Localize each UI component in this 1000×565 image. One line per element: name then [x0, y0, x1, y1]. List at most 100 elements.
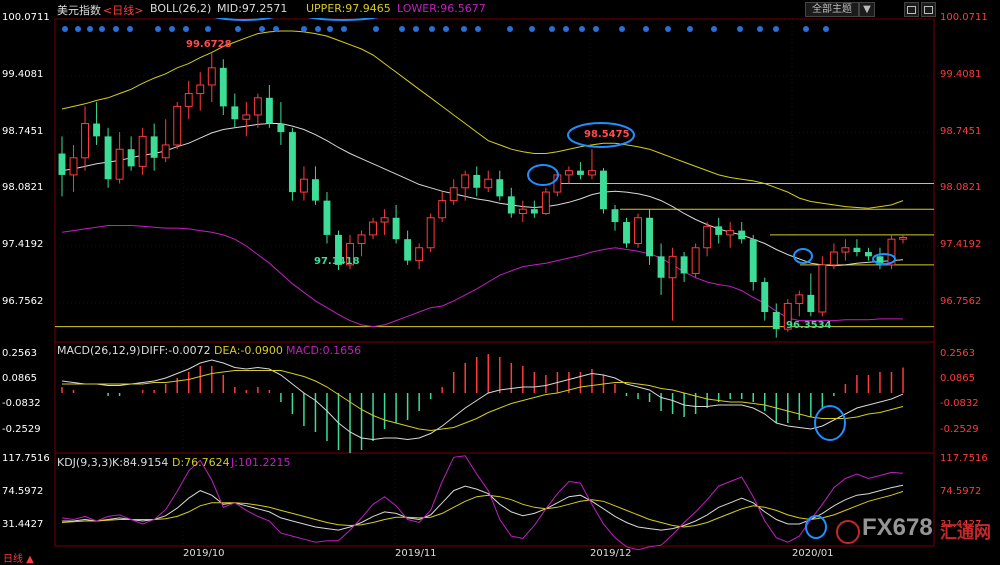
candle-body	[646, 217, 654, 257]
candle-body	[772, 312, 780, 330]
candle-body	[611, 209, 619, 223]
candle-body	[93, 123, 101, 137]
macd-tick-left: 0.0865	[2, 373, 37, 385]
x-label-2019-12: 2019/12	[590, 548, 632, 559]
candle-body	[58, 153, 66, 175]
indicator-name: BOLL(26,2)	[150, 2, 212, 15]
event-dot	[259, 26, 265, 32]
kdj-title: KDJ(9,3,3)	[57, 456, 113, 469]
candle-body	[600, 170, 607, 210]
candle-body	[484, 178, 493, 189]
lower-value: LOWER:96.5677	[397, 2, 486, 15]
period-label[interactable]: <日线>	[103, 2, 143, 18]
event-dot	[461, 26, 467, 32]
candle-body	[691, 247, 700, 274]
price-tick-right: 97.4192	[940, 239, 982, 251]
price-tick-right: 99.4081	[940, 68, 982, 80]
window-close-icon[interactable]	[921, 2, 936, 17]
candle-body	[449, 187, 458, 202]
event-dot	[549, 26, 555, 32]
price-chart[interactable]	[0, 0, 1000, 564]
candle-body	[369, 221, 378, 236]
price-tick-left: 98.0821	[2, 182, 44, 194]
event-dot	[169, 26, 175, 32]
watermark-brand: FX678	[862, 514, 933, 541]
event-dot	[127, 26, 133, 32]
period-footer[interactable]: 日线 ▲	[3, 550, 34, 565]
theme-button[interactable]: 全部主题	[805, 2, 859, 17]
window-restore-icon[interactable]	[904, 2, 919, 17]
candle-body	[81, 123, 89, 159]
candle-body	[473, 174, 481, 188]
candle-body	[680, 256, 688, 274]
event-dot	[593, 26, 599, 32]
price-tick-left: 97.4192	[2, 239, 44, 251]
watermark-cn: 汇通网	[940, 523, 991, 543]
event-dot	[579, 26, 585, 32]
macd-dea: DEA:-0.0900	[214, 344, 283, 357]
candle	[818, 256, 827, 317]
macd-tick-right: 0.2563	[940, 347, 975, 359]
event-dot	[399, 26, 405, 32]
kdj-j: J:101.2215	[231, 456, 291, 469]
event-dot	[665, 26, 671, 32]
price-tick-left: 99.4081	[2, 68, 44, 80]
x-label-2020-01: 2020/01	[792, 548, 834, 559]
event-dot	[443, 26, 449, 32]
low-label-2: 96.3534	[786, 320, 832, 331]
event-dot	[507, 26, 513, 32]
event-dot	[413, 26, 419, 32]
candle	[426, 213, 435, 253]
candle-body	[899, 236, 907, 240]
event-dot	[737, 26, 743, 32]
candle-body	[703, 225, 712, 249]
candle-body	[726, 230, 735, 236]
candle-body	[138, 135, 147, 167]
candle-body	[127, 149, 135, 167]
macd-tick-left: -0.0832	[2, 398, 41, 410]
candle-body	[115, 148, 124, 180]
candle	[600, 168, 607, 214]
candle-body	[795, 294, 804, 304]
candle-body	[242, 114, 251, 120]
candle-body	[184, 93, 193, 107]
kdj-k: K:84.9154	[112, 456, 169, 469]
event-dot	[687, 26, 693, 32]
event-dot	[563, 26, 569, 32]
event-dot	[155, 26, 161, 32]
price-tick-right: 98.0821	[940, 182, 982, 194]
candle-body	[576, 170, 584, 175]
event-dot	[373, 26, 379, 32]
event-dot	[87, 26, 93, 32]
candle-body	[587, 170, 596, 176]
candle-body	[69, 157, 78, 176]
candle-body	[404, 239, 412, 261]
candle-body	[253, 97, 262, 116]
event-dot	[75, 26, 81, 32]
candle-body	[150, 136, 158, 158]
low-label-1: 97.1418	[314, 256, 360, 267]
candle-body	[323, 200, 331, 235]
price-tick-left: 96.7562	[2, 295, 44, 307]
theme-dropdown-button[interactable]: ▼	[859, 2, 875, 17]
kdj-tick-left: 31.4427	[2, 518, 44, 530]
event-dot	[315, 26, 321, 32]
candle-body	[864, 252, 872, 257]
event-dot	[619, 26, 625, 32]
event-dot	[773, 26, 779, 32]
candle-body	[738, 230, 746, 240]
candle-body	[853, 247, 861, 253]
macd-value: MACD:0.1656	[286, 344, 362, 357]
event-dot	[99, 26, 105, 32]
candle-body	[749, 239, 757, 283]
candle-body	[461, 174, 470, 189]
candle-body	[265, 97, 273, 124]
macd-title: MACD(26,12,9)	[57, 344, 141, 357]
candle-body	[668, 255, 677, 279]
event-dot	[183, 26, 189, 32]
candle-body	[438, 200, 447, 219]
x-label-2019-10: 2019/10	[183, 548, 225, 559]
candle-body	[173, 105, 182, 146]
x-label-2019-11: 2019/11	[395, 548, 437, 559]
price-tick-right: 100.0711	[940, 11, 988, 23]
